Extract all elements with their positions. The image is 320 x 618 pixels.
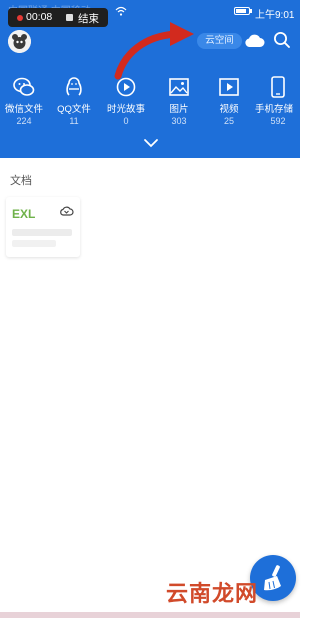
category-count: 11	[69, 116, 79, 126]
category-label: 手机存储	[255, 104, 294, 115]
category-qq-files[interactable]: QQ文件 11	[44, 74, 104, 126]
clock: 上午9:01	[255, 10, 295, 21]
story-icon	[116, 77, 136, 97]
status-bar: 中国联通 中国移动 00:08 结束 上午9:01	[0, 0, 300, 27]
cloud-download-icon	[60, 206, 74, 216]
battery-tip	[250, 9, 252, 13]
cloud-space-button[interactable]: 云空间	[197, 33, 242, 49]
qq-icon	[66, 77, 82, 96]
category-count: 592	[270, 116, 286, 126]
category-label: 视频	[219, 104, 239, 115]
cloud-icon[interactable]	[243, 32, 265, 48]
wechat-icon	[13, 77, 35, 96]
section-title: 文档	[10, 175, 32, 187]
screen-record-pill[interactable]: 00:08 结束	[8, 8, 108, 27]
watermark: 云南龙网	[166, 581, 259, 607]
category-count: 25	[223, 116, 234, 126]
document-extension: EXL	[12, 207, 36, 221]
record-dot-icon	[17, 15, 23, 21]
record-time: 00:08	[26, 11, 53, 23]
battery-level	[236, 9, 246, 13]
blurred-filename	[12, 240, 56, 247]
category-label: 时光故事	[106, 104, 145, 115]
avatar[interactable]	[8, 30, 31, 53]
document-card[interactable]: EXL	[6, 197, 80, 257]
record-end-button[interactable]: 结束	[78, 11, 99, 26]
category-label: QQ文件	[57, 104, 91, 115]
category-phone-storage[interactable]: 手机存储 592	[253, 74, 303, 126]
chevron-down-icon[interactable]	[143, 138, 159, 148]
stop-icon	[66, 14, 73, 21]
video-icon	[219, 78, 239, 96]
wifi-icon	[115, 6, 127, 16]
red-arrow-annotation	[114, 22, 194, 80]
avatar-image	[8, 30, 31, 53]
phone-storage-icon	[271, 76, 285, 98]
category-count: 0	[123, 116, 129, 126]
bottom-edge	[0, 612, 300, 618]
image-icon	[169, 78, 189, 96]
blurred-filename	[12, 229, 72, 236]
category-videos[interactable]: 视频 25	[199, 74, 259, 126]
search-icon[interactable]	[273, 31, 291, 49]
category-time-story[interactable]: 时光故事 0	[96, 74, 156, 126]
